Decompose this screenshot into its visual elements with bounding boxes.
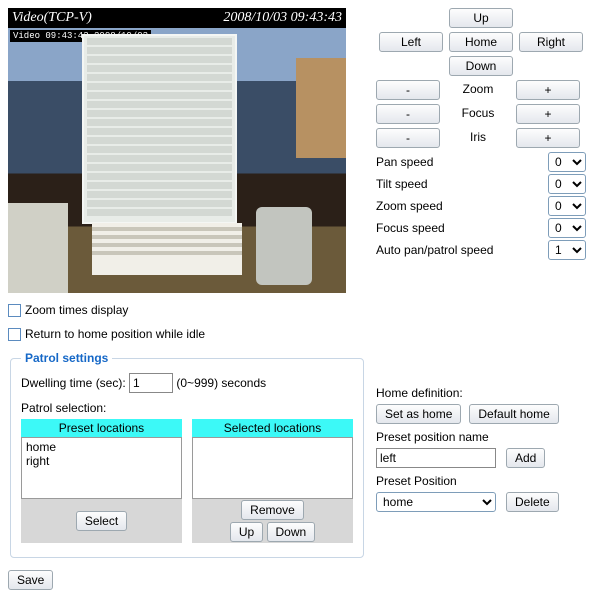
tilt-speed-label: Tilt speed	[376, 177, 428, 191]
zoom-minus-button[interactable]: -	[376, 80, 440, 100]
pan-speed-label: Pan speed	[376, 155, 433, 169]
focus-minus-button[interactable]: -	[376, 104, 440, 124]
dwelling-suffix: (0~999) seconds	[176, 376, 266, 390]
patrol-legend: Patrol settings	[21, 351, 112, 365]
ptz-controls: Up Left Home Right Down - Zoom + - Focus…	[376, 8, 586, 260]
iris-label: Iris	[446, 128, 510, 148]
preset-position-name-input[interactable]	[376, 448, 496, 468]
ptz-up-button[interactable]: Up	[449, 8, 513, 28]
home-definition-section: Home definition: Set as home Default hom…	[376, 386, 586, 512]
return-home-idle-label: Return to home position while idle	[25, 327, 205, 341]
preset-position-label: Preset Position	[376, 474, 586, 488]
add-button[interactable]: Add	[506, 448, 545, 468]
patrol-settings-fieldset: Patrol settings Dwelling time (sec): (0~…	[10, 351, 364, 558]
zoom-plus-button[interactable]: +	[516, 80, 580, 100]
auto-speed-label: Auto pan/patrol speed	[376, 243, 493, 257]
dwelling-time-input[interactable]	[129, 373, 173, 393]
zoom-times-display-label: Zoom times display	[25, 303, 128, 317]
focus-speed-label: Focus speed	[376, 221, 445, 235]
default-home-button[interactable]: Default home	[469, 404, 558, 424]
down-button[interactable]: Down	[267, 522, 316, 542]
preset-position-name-label: Preset position name	[376, 430, 586, 444]
preset-locations-header: Preset locations	[21, 419, 182, 437]
focus-speed-select[interactable]: 0	[548, 218, 586, 238]
set-as-home-button[interactable]: Set as home	[376, 404, 461, 424]
remove-button[interactable]: Remove	[241, 500, 304, 520]
zoom-speed-label: Zoom speed	[376, 199, 443, 213]
pan-speed-select[interactable]: 0	[548, 152, 586, 172]
selected-locations-listbox[interactable]	[192, 437, 353, 499]
focus-label: Focus	[446, 104, 510, 124]
preset-locations-listbox[interactable]: home right	[21, 437, 182, 499]
iris-minus-button[interactable]: -	[376, 128, 440, 148]
iris-plus-button[interactable]: +	[516, 128, 580, 148]
ptz-left-button[interactable]: Left	[379, 32, 443, 52]
zoom-times-display-checkbox[interactable]	[8, 304, 21, 317]
up-button[interactable]: Up	[230, 522, 263, 542]
video-stream[interactable]: Video 09:43:43 2008/10/03	[8, 28, 346, 293]
tilt-speed-select[interactable]: 0	[548, 174, 586, 194]
return-home-idle-checkbox[interactable]	[8, 328, 21, 341]
video-pane: Video(TCP-V) 2008/10/03 09:43:43 Video 0…	[8, 8, 346, 293]
selected-locations-header: Selected locations	[192, 419, 353, 437]
video-timestamp: 2008/10/03 09:43:43	[223, 10, 342, 26]
dwelling-label: Dwelling time (sec):	[21, 376, 126, 390]
auto-speed-select[interactable]: 1	[548, 240, 586, 260]
ptz-down-button[interactable]: Down	[449, 56, 513, 76]
ptz-right-button[interactable]: Right	[519, 32, 583, 52]
focus-plus-button[interactable]: +	[516, 104, 580, 124]
save-button[interactable]: Save	[8, 570, 53, 590]
zoom-speed-select[interactable]: 0	[548, 196, 586, 216]
list-item[interactable]: home	[26, 440, 177, 454]
patrol-selection-label: Patrol selection:	[21, 401, 353, 415]
list-item[interactable]: right	[26, 454, 177, 468]
select-button[interactable]: Select	[76, 511, 127, 531]
ptz-home-button[interactable]: Home	[449, 32, 513, 52]
video-title: Video(TCP-V)	[12, 10, 92, 26]
preset-position-select[interactable]: home	[376, 492, 496, 512]
home-definition-title: Home definition:	[376, 386, 586, 400]
zoom-label: Zoom	[446, 80, 510, 100]
delete-button[interactable]: Delete	[506, 492, 559, 512]
